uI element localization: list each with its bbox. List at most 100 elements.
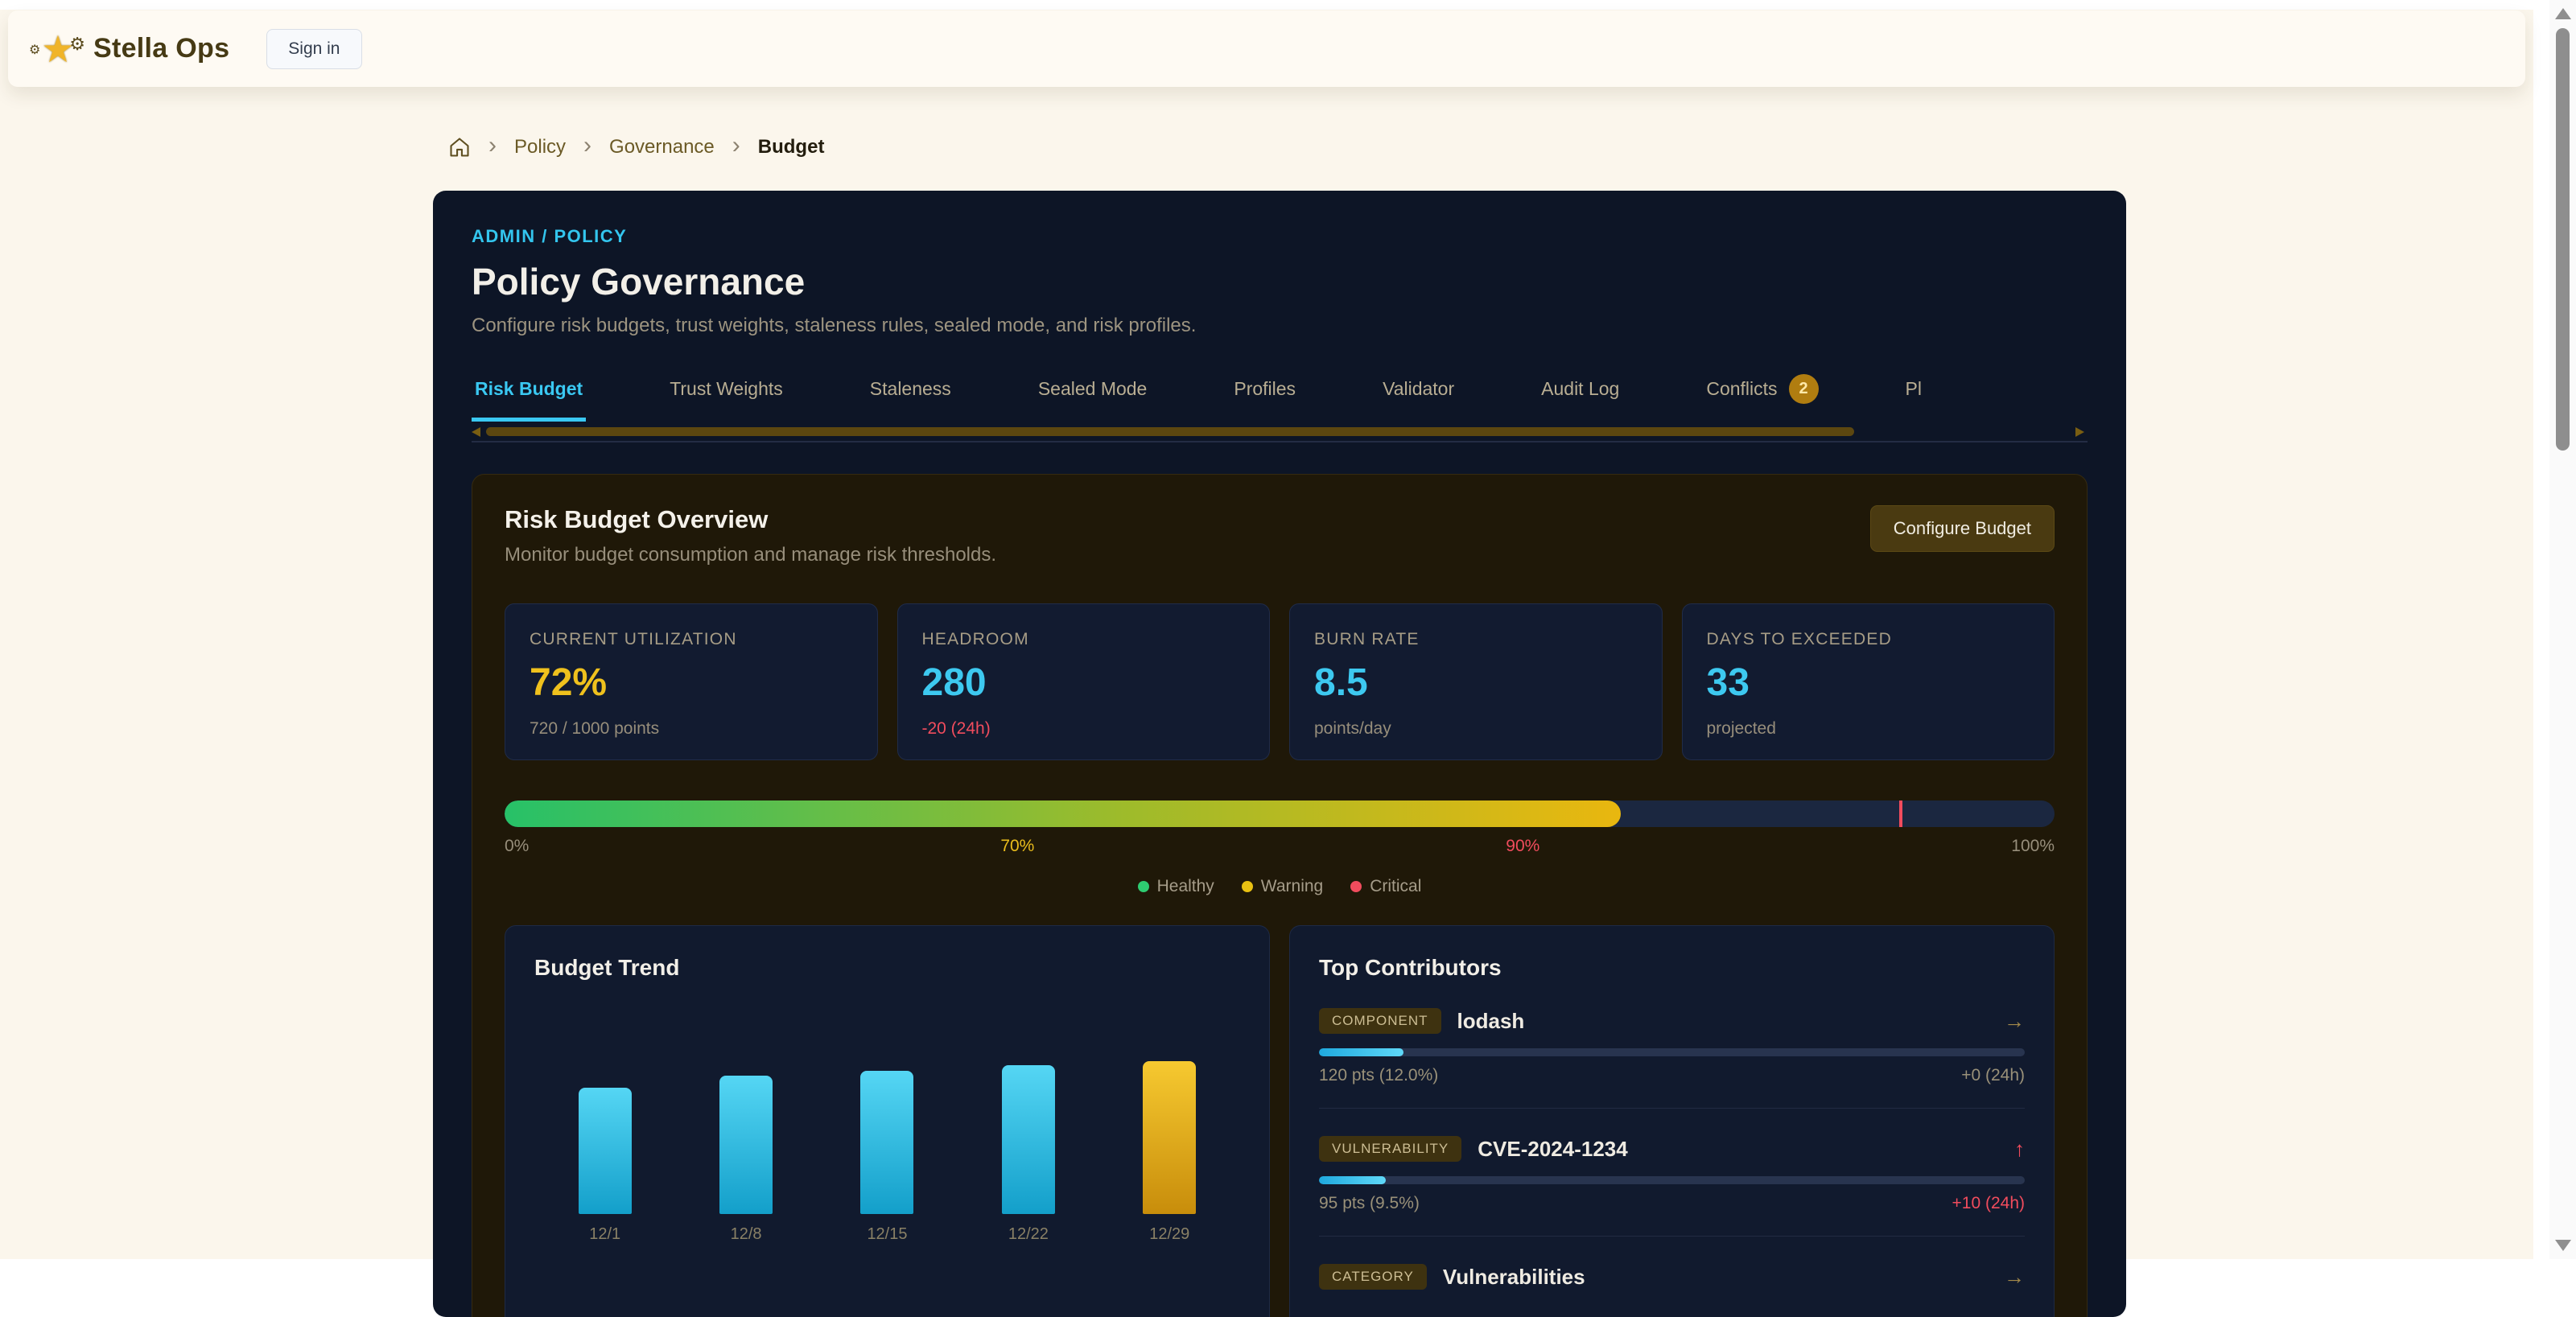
tab-divider (472, 441, 2088, 442)
section-eyebrow: ADMIN / POLICY (472, 226, 2088, 247)
stat-card: BURN RATE 8.5 points/day (1289, 603, 1663, 760)
trend-tick: 12/8 (686, 1225, 806, 1244)
gear-icon: ⚙ (29, 28, 40, 73)
trend-bar (579, 1088, 632, 1214)
trend-arrow: → (2004, 1265, 2025, 1290)
contributor-bar-fill (1319, 1176, 1386, 1184)
stat-label: HEADROOM (922, 630, 1246, 649)
stat-sub: 720 / 1000 points (530, 719, 853, 739)
contributor-points: 95 pts (9.5%) (1319, 1194, 1420, 1213)
budget-progress-fill (505, 800, 1621, 827)
scroll-right-arrow-icon[interactable] (2075, 427, 2084, 437)
healthy-dot-icon (1138, 881, 1149, 892)
configure-budget-button[interactable]: Configure Budget (1870, 505, 2055, 552)
policy-governance-panel: ADMIN / POLICY Policy Governance Configu… (433, 191, 2126, 1317)
tab-audit-log[interactable]: Audit Log (1538, 374, 1622, 422)
contributor-item[interactable]: VULNERABILITY CVE-2024-1234 ↑ 95 pts (9.… (1319, 1136, 2025, 1237)
trend-axis-labels: 12/1 12/8 12/15 12/22 12/29 (534, 1225, 1240, 1244)
contributor-points: 120 pts (12.0%) (1319, 1066, 1438, 1085)
stat-value: 33 (1707, 661, 2030, 705)
trend-bar (719, 1076, 773, 1214)
budget-trend-title: Budget Trend (534, 955, 1240, 981)
stat-label: DAYS TO EXCEEDED (1707, 630, 2030, 649)
status-legend: Healthy Warning Critical (505, 877, 2055, 896)
contributor-item[interactable]: COMPONENT lodash → 120 pts (12.0%) +0 (2… (1319, 1008, 2025, 1109)
contributor-name: lodash (1457, 1009, 1525, 1034)
divider (1319, 1108, 2025, 1109)
home-icon[interactable] (448, 136, 471, 158)
scroll-up-arrow-icon[interactable] (2555, 8, 2571, 19)
trend-bar (1143, 1061, 1196, 1214)
stat-card: DAYS TO EXCEEDED 33 projected (1682, 603, 2055, 760)
stat-value: 8.5 (1314, 661, 1638, 705)
legend-item-critical: Critical (1350, 877, 1421, 896)
critical-dot-icon (1350, 881, 1362, 892)
breadcrumb-link-governance[interactable]: Governance (609, 136, 715, 158)
tab-risk-budget[interactable]: Risk Budget (472, 374, 586, 422)
stat-value: 280 (922, 661, 1246, 705)
trend-arrow: ↑ (2014, 1137, 2025, 1162)
page-subtitle: Configure risk budgets, trust weights, s… (472, 315, 2088, 337)
tab-clipped[interactable]: Pl (1902, 374, 1925, 422)
tab-sealed-mode[interactable]: Sealed Mode (1035, 374, 1151, 422)
scroll-down-arrow-icon[interactable] (2555, 1240, 2571, 1251)
tab-conflicts[interactable]: Conflicts 2 (1703, 374, 1821, 422)
brand: ★ ⚙ ⚙ Stella Ops (35, 27, 229, 72)
budget-trend-chart (534, 1021, 1240, 1214)
stat-label: BURN RATE (1314, 630, 1638, 649)
tab-staleness[interactable]: Staleness (867, 374, 954, 422)
contributor-name: Vulnerabilities (1443, 1265, 1585, 1290)
stat-value: 72% (530, 661, 853, 705)
stat-card: HEADROOM 280 -20 (24h) (897, 603, 1271, 760)
scale-label: 0% (505, 837, 529, 856)
top-contributors-title: Top Contributors (1319, 955, 2025, 981)
browser-canvas: ★ ⚙ ⚙ Stella Ops Sign in › Policy › Gove… (0, 0, 2549, 1259)
breadcrumb-current: Budget (758, 136, 825, 158)
trend-bar (860, 1071, 913, 1214)
scale-label: 100% (2011, 837, 2055, 856)
overview-subtitle: Monitor budget consumption and manage ri… (505, 544, 996, 566)
trend-bar (1002, 1065, 1055, 1214)
stat-sub: projected (1707, 719, 2030, 739)
trend-tick: 12/15 (826, 1225, 947, 1244)
brand-name: Stella Ops (93, 33, 229, 64)
star-mascot-icon: ★ ⚙ ⚙ (35, 27, 80, 72)
stat-label: CURRENT UTILIZATION (530, 630, 853, 649)
trend-arrow: → (2004, 1009, 2025, 1034)
page-title: Policy Governance (472, 260, 2088, 303)
sign-in-button[interactable]: Sign in (266, 29, 361, 69)
tab-trust-weights[interactable]: Trust Weights (666, 374, 786, 422)
stat-sub: points/day (1314, 719, 1638, 739)
contributor-type-badge: VULNERABILITY (1319, 1136, 1461, 1162)
scale-label: 70% (1000, 837, 1034, 856)
legend-item-warning: Warning (1242, 877, 1323, 896)
stats-grid: CURRENT UTILIZATION 72% 720 / 1000 point… (505, 603, 2055, 760)
trend-tick: 12/29 (1109, 1225, 1230, 1244)
tab-profiles[interactable]: Profiles (1230, 374, 1299, 422)
legend-item-healthy: Healthy (1138, 877, 1214, 896)
contributor-bar-track (1319, 1176, 2025, 1184)
stat-card: CURRENT UTILIZATION 72% 720 / 1000 point… (505, 603, 878, 760)
trend-tick: 12/1 (545, 1225, 666, 1244)
divider (1319, 1236, 2025, 1237)
breadcrumb-separator-icon: › (732, 134, 740, 161)
breadcrumb-separator-icon: › (583, 134, 591, 161)
stat-sub: -20 (24h) (922, 719, 1246, 739)
contributor-bar-fill (1319, 1048, 1403, 1056)
overview-title: Risk Budget Overview (505, 505, 996, 534)
progress-scale: 0% 70% 90% 100% (505, 837, 2055, 856)
breadcrumb: › Policy › Governance › Budget (448, 134, 2533, 161)
tab-horizontal-scrollbar[interactable] (472, 427, 2088, 436)
vertical-scrollbar-thumb[interactable] (2556, 28, 2570, 451)
breadcrumb-link-policy[interactable]: Policy (514, 136, 566, 158)
top-contributors-card: Top Contributors COMPONENT lodash → 120 … (1289, 925, 2055, 1317)
contributor-type-badge: CATEGORY (1319, 1264, 1427, 1290)
tab-validator[interactable]: Validator (1379, 374, 1457, 422)
horizontal-scrollbar-thumb[interactable] (486, 427, 1854, 436)
contributor-item[interactable]: CATEGORY Vulnerabilities → (1319, 1264, 2025, 1290)
budget-trend-card: Budget Trend 12/1 12/8 12/15 12/22 12/29 (505, 925, 1270, 1317)
scroll-left-arrow-icon[interactable] (472, 427, 480, 437)
warning-dot-icon (1242, 881, 1253, 892)
top-bar: ★ ⚙ ⚙ Stella Ops Sign in (8, 10, 2525, 87)
vertical-scrollbar[interactable] (2549, 0, 2576, 1259)
